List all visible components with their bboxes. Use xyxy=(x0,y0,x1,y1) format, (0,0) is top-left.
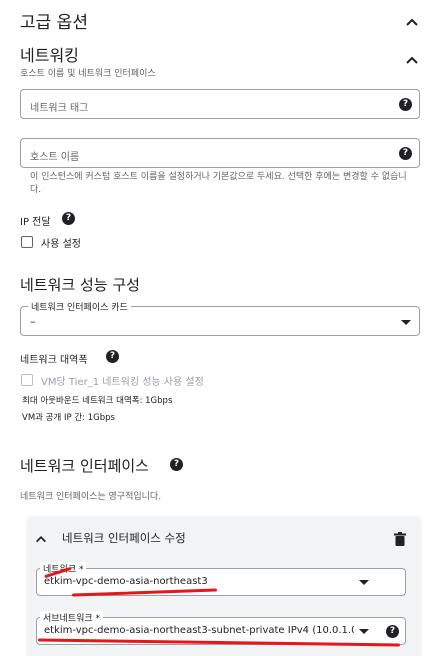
dropdown-caret-icon xyxy=(401,320,411,325)
hostname-placeholder: 호스트 이름 xyxy=(30,152,80,163)
subnetwork-label: 서브네트워크 * xyxy=(40,611,104,624)
help-icon[interactable]: ? xyxy=(106,350,119,363)
help-icon[interactable]: ? xyxy=(399,147,412,160)
help-icon[interactable]: ? xyxy=(170,458,183,471)
help-icon[interactable]: ? xyxy=(386,625,399,638)
networking-title: 네트워킹 xyxy=(20,46,79,65)
hostname-hint: 이 인스턴스에 커스텀 호스트 이름을 설정하거나 기본값으로 두세요. 선택한… xyxy=(30,172,407,195)
delete-icon[interactable] xyxy=(394,532,406,546)
ip-forwarding-checkbox[interactable] xyxy=(21,236,33,248)
chevron-up-icon[interactable] xyxy=(404,52,420,68)
subnetwork-value: etkim-vpc-demo-asia-northeast3-subnet-pr… xyxy=(44,625,354,636)
edit-interface-title: 네트워크 인터페이스 수정 xyxy=(62,531,186,545)
nic-card-value: – xyxy=(30,315,36,328)
max-outbound-bandwidth: 최대 아웃바운드 네트워크 대역폭: 1Gbps xyxy=(22,396,173,406)
help-icon[interactable]: ? xyxy=(399,98,412,111)
tier1-checkbox[interactable] xyxy=(21,374,33,386)
advanced-options-title: 고급 옵션 xyxy=(20,13,88,33)
hostname-input[interactable]: 호스트 이름 ? xyxy=(20,138,420,168)
edit-interface-card: 네트워크 인터페이스 수정 etkim-vpc-demo-asia-northe… xyxy=(26,516,422,656)
vm-public-ip-bandwidth: VM과 공개 IP 간: 1Gbps xyxy=(22,413,115,423)
interfaces-title: 네트워크 인터페이스 xyxy=(20,457,149,475)
network-tags-placeholder: 네트워크 태그 xyxy=(30,103,89,114)
ip-forwarding-label: IP 전달 xyxy=(20,217,51,228)
dropdown-caret-icon xyxy=(359,580,369,585)
interfaces-subtitle: 네트워크 인터페이스는 영구적입니다. xyxy=(20,492,162,502)
ip-forwarding-checkbox-label: 사용 설정 xyxy=(41,239,81,250)
dropdown-caret-icon xyxy=(359,629,369,634)
chevron-up-icon[interactable] xyxy=(404,14,420,30)
bandwidth-label: 네트워크 대역폭 xyxy=(20,355,88,366)
network-value: etkim-vpc-demo-asia-northeast3 xyxy=(44,576,208,587)
performance-title: 네트워크 성능 구성 xyxy=(20,276,140,294)
tier1-checkbox-label: VM당 Tier_1 네트워킹 성능 사용 설정 xyxy=(41,377,204,388)
help-icon[interactable]: ? xyxy=(62,212,75,225)
nic-card-label: 네트워크 인터페이스 카드 xyxy=(28,300,131,313)
network-select[interactable]: etkim-vpc-demo-asia-northeast3 xyxy=(36,568,406,596)
network-tags-input[interactable]: 네트워크 태그 ? xyxy=(20,89,420,119)
networking-subtitle: 호스트 이름 및 네트워크 인터페이스 xyxy=(20,69,156,79)
chevron-up-icon[interactable] xyxy=(34,532,48,546)
